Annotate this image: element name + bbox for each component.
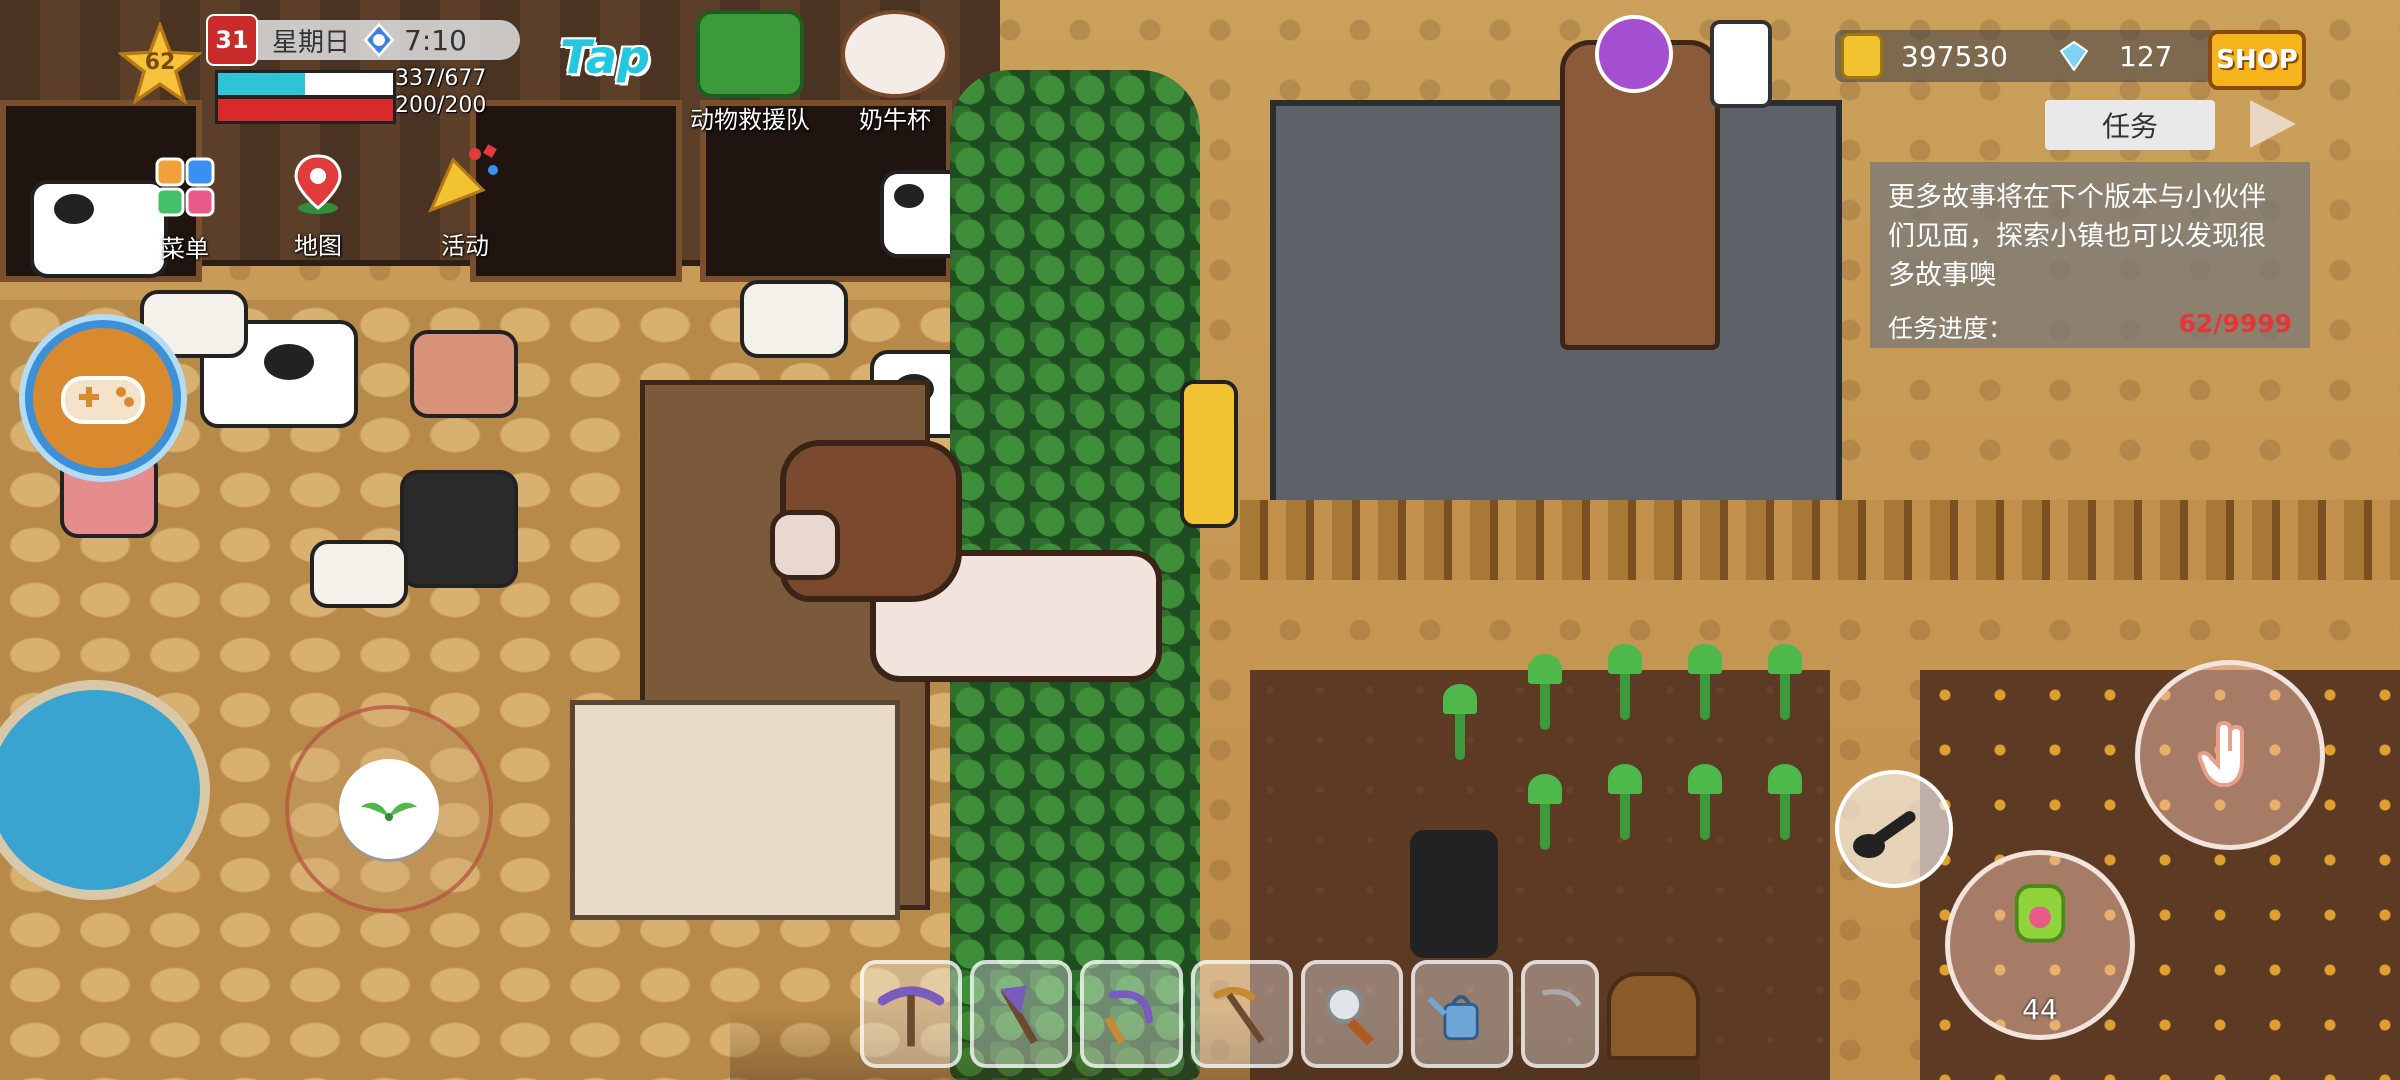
- menu-grid-icon: [155, 157, 215, 217]
- collapse-arrow-icon[interactable]: [2250, 100, 2296, 148]
- crop[interactable]: [1688, 644, 1722, 720]
- quest-panel[interactable]: 更多故事将在下个版本与小伙伴们见面，探索小镇也可以发现很多故事噢 任务进度： 6…: [1870, 162, 2310, 348]
- scythe-icon: [1542, 989, 1582, 1007]
- npc-villager[interactable]: [1180, 380, 1238, 528]
- map-button[interactable]: 地图: [278, 152, 358, 261]
- crop[interactable]: [1768, 644, 1802, 720]
- energy-bar: [215, 96, 396, 124]
- crop[interactable]: [1608, 644, 1642, 720]
- food-buff-icon[interactable]: [1595, 15, 1673, 93]
- crop[interactable]: [1528, 774, 1562, 850]
- interact-hand-button[interactable]: [2135, 660, 2325, 850]
- quest-tab[interactable]: 任务: [2045, 100, 2215, 150]
- magnifier-icon: [1324, 985, 1374, 1046]
- calendar-icon: 31: [206, 14, 258, 66]
- gold-coin-icon: [1841, 33, 1883, 79]
- health-bar: [215, 70, 396, 98]
- gem-amount: 127: [2119, 39, 2173, 73]
- sickle-icon: [1103, 990, 1153, 1045]
- menu-label: 菜单: [161, 235, 209, 263]
- energy-bar-fill: [218, 99, 393, 121]
- quest-progress-value: 62/9999: [2178, 309, 2292, 338]
- joystick-knob[interactable]: [339, 759, 439, 859]
- gem-icon: [2059, 41, 2089, 71]
- watering-can-icon: [1427, 995, 1479, 1041]
- hand-icon: [2197, 720, 2244, 787]
- energy-text: 200/200: [395, 93, 487, 118]
- crop[interactable]: [1768, 764, 1802, 840]
- map-label: 地图: [294, 232, 342, 260]
- rescue-truck-icon: [696, 10, 804, 98]
- weekday-label: 星期日: [272, 27, 351, 58]
- crop[interactable]: [1608, 764, 1642, 840]
- crop[interactable]: [1528, 654, 1562, 730]
- gamepad-button[interactable]: [25, 320, 181, 476]
- tool-hotbar: [730, 935, 1700, 1080]
- health-bar-fill: [218, 73, 306, 95]
- fence: [1240, 500, 2400, 580]
- seed-bag-icon: [2014, 884, 2066, 943]
- date-time-bar: 31 星期日 7:10: [206, 14, 520, 66]
- item-count: 44: [2022, 993, 2058, 1026]
- goat-snout: [770, 510, 840, 580]
- axe-icon: [1000, 985, 1038, 1045]
- activity-button[interactable]: 活动: [420, 140, 510, 261]
- alpaca[interactable]: [410, 330, 518, 418]
- hotbar-slot-watering-can[interactable]: [1411, 960, 1514, 1068]
- hotbar-slot-scythe[interactable]: [1521, 960, 1600, 1068]
- gamepad-icon: [61, 376, 145, 424]
- goat[interactable]: [770, 440, 1190, 682]
- menu-button[interactable]: 菜单: [145, 155, 225, 264]
- selected-item-button[interactable]: 44: [1945, 850, 2135, 1040]
- coop-wall: [570, 700, 900, 920]
- cup-label: 奶牛杯: [859, 106, 931, 134]
- cow-trophy-icon: [841, 10, 949, 98]
- tool-shovel-button[interactable]: [1835, 770, 1953, 888]
- time-label: 7:10: [404, 23, 467, 57]
- weather-sun-icon: [363, 23, 395, 57]
- treasure-chest-icon[interactable]: [1607, 972, 1700, 1060]
- hotbar-slot-axe[interactable]: [970, 960, 1073, 1068]
- quest-progress-row: 任务进度： 62/9999: [1888, 309, 2292, 345]
- pickaxe-icon: [877, 986, 945, 1047]
- shop-button[interactable]: SHOP: [2208, 30, 2306, 90]
- wings-icon: [361, 802, 417, 821]
- rescue-label: 动物救援队: [690, 106, 810, 134]
- health-text: 337/677: [395, 66, 487, 91]
- cow-cup-button[interactable]: 奶牛杯: [835, 10, 955, 135]
- virtual-joystick[interactable]: [285, 705, 493, 913]
- party-popper-icon: [428, 144, 498, 213]
- crop[interactable]: [1443, 684, 1477, 760]
- hotbar-slot-sickle[interactable]: [1080, 960, 1183, 1068]
- hotbar-slot-magnifier[interactable]: [1300, 960, 1404, 1068]
- factory[interactable]: [1270, 100, 1842, 512]
- crop[interactable]: [1688, 764, 1722, 840]
- sheep[interactable]: [310, 540, 408, 608]
- sheep[interactable]: [740, 280, 848, 358]
- animal-rescue-button[interactable]: 动物救援队: [680, 10, 820, 135]
- hotbar-slot-hoe[interactable]: [1190, 960, 1293, 1068]
- shovel-icon: [1853, 811, 1916, 858]
- phone-icon[interactable]: [1710, 20, 1772, 108]
- activity-label: 活动: [441, 232, 489, 260]
- taptap-logo[interactable]: Tap: [560, 30, 650, 84]
- quest-description: 更多故事将在下个版本与小伙伴们见面，探索小镇也可以发现很多故事噢: [1888, 182, 2266, 291]
- hotbar-slot-pickaxe[interactable]: [860, 960, 963, 1068]
- map-pin-icon: [294, 154, 342, 214]
- cow[interactable]: [400, 470, 518, 588]
- quest-progress-label: 任务进度：: [1888, 314, 2014, 343]
- hoe-icon: [1213, 986, 1265, 1044]
- level-badge[interactable]: 62: [116, 20, 204, 106]
- gold-amount: 397530: [1901, 39, 2008, 73]
- player-level: 62: [144, 50, 176, 75]
